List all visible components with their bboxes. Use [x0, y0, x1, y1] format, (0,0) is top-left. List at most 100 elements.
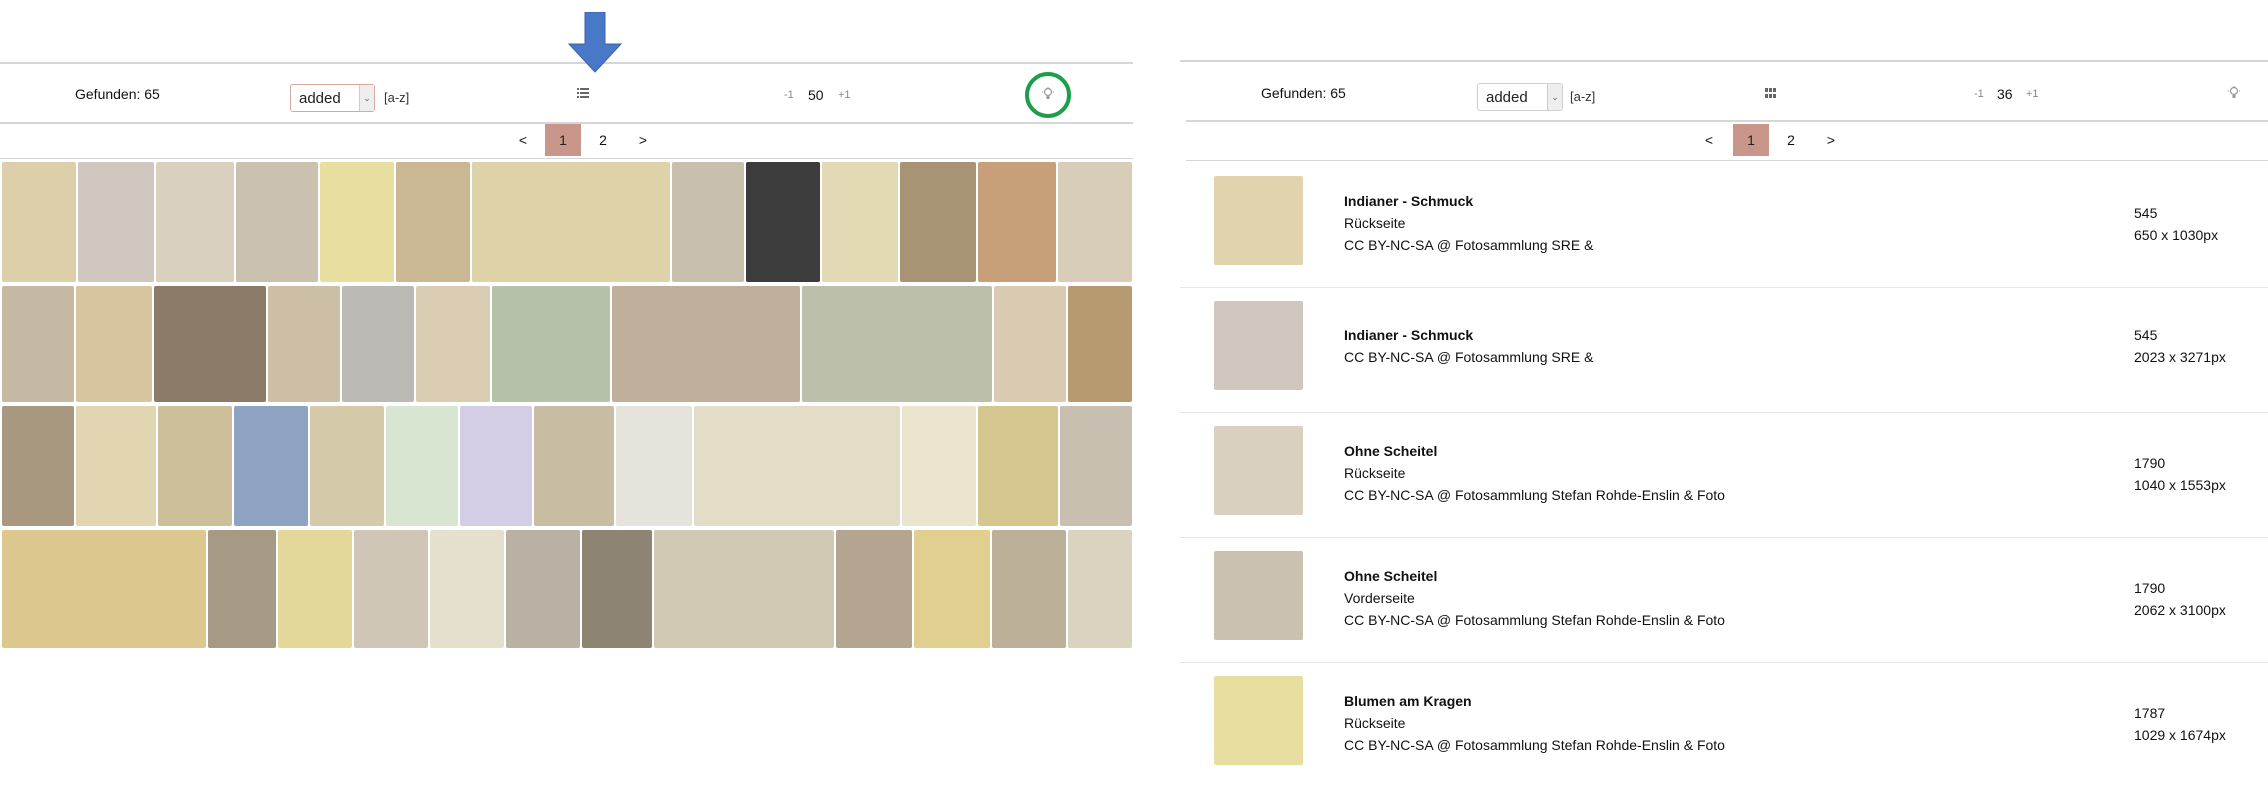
- photo-thumbnail[interactable]: [802, 286, 992, 402]
- item-id: 1790: [2134, 580, 2166, 596]
- photo-thumbnail[interactable]: [76, 286, 152, 402]
- list-item[interactable]: Ohne Scheitel Vorderseite CC BY-NC-SA @ …: [1180, 537, 2268, 663]
- photo-thumbnail[interactable]: [1058, 162, 1132, 282]
- photo-thumbnail[interactable]: [612, 286, 800, 402]
- prev-page-button[interactable]: <: [1691, 124, 1727, 156]
- photo-thumbnail[interactable]: [1068, 530, 1132, 648]
- highlight-arrow-icon: [567, 11, 623, 79]
- highlight-circle: [1025, 72, 1071, 118]
- photo-thumbnail[interactable]: [836, 530, 912, 648]
- zoom-out-button[interactable]: -1: [1974, 88, 1984, 100]
- next-page-button[interactable]: >: [625, 124, 661, 156]
- item-side: Vorderseite: [1344, 590, 1415, 606]
- photo-thumbnail[interactable]: [1214, 551, 1303, 640]
- sort-select[interactable]: added ⌄: [1477, 83, 1563, 111]
- photo-thumbnail[interactable]: [978, 406, 1058, 526]
- photo-thumbnail[interactable]: [268, 286, 340, 402]
- list-item[interactable]: Blumen am Kragen Rückseite CC BY-NC-SA @…: [1180, 662, 2268, 787]
- photo-thumbnail[interactable]: [914, 530, 990, 648]
- item-title: Ohne Scheitel: [1344, 568, 1438, 584]
- page-2-button[interactable]: 2: [1773, 124, 1809, 156]
- photo-thumbnail[interactable]: [278, 530, 352, 648]
- item-id: 545: [2134, 205, 2158, 221]
- photo-thumbnail[interactable]: [354, 530, 428, 648]
- photo-thumbnail[interactable]: [900, 162, 976, 282]
- photo-thumbnail[interactable]: [746, 162, 820, 282]
- sort-direction-toggle[interactable]: [a-z]: [384, 90, 409, 105]
- photo-thumbnail[interactable]: [1214, 676, 1303, 765]
- photo-thumbnail[interactable]: [582, 530, 652, 648]
- photo-thumbnail[interactable]: [1214, 301, 1303, 390]
- photo-thumbnail[interactable]: [994, 286, 1066, 402]
- zoom-in-button[interactable]: +1: [2026, 88, 2039, 100]
- found-count: Gefunden: 65: [1261, 85, 1346, 101]
- item-title: Ohne Scheitel: [1344, 443, 1438, 459]
- photo-thumbnail[interactable]: [2, 286, 74, 402]
- photo-thumbnail[interactable]: [2, 530, 206, 648]
- photo-thumbnail[interactable]: [154, 286, 266, 402]
- chevron-down-icon: ⌄: [359, 85, 374, 111]
- photo-thumbnail[interactable]: [78, 162, 154, 282]
- grid-view-icon[interactable]: [1765, 86, 1776, 101]
- photo-thumbnail[interactable]: [1060, 406, 1132, 526]
- photo-thumbnail[interactable]: [76, 406, 156, 526]
- left-panel: Gefunden: 65 added ⌄ [a-z] -1 50 +1 < 1 …: [0, 0, 1133, 778]
- photo-thumbnail[interactable]: [492, 286, 610, 402]
- item-side: Rückseite: [1344, 465, 1406, 481]
- photo-thumbnail[interactable]: [654, 530, 834, 648]
- item-id: 545: [2134, 327, 2158, 343]
- photo-thumbnail[interactable]: [430, 530, 504, 648]
- photo-thumbnail[interactable]: [310, 406, 384, 526]
- photo-thumbnail[interactable]: [616, 406, 692, 526]
- photo-thumbnail[interactable]: [1214, 176, 1303, 265]
- photo-thumbnail[interactable]: [460, 406, 532, 526]
- photo-thumbnail[interactable]: [156, 162, 234, 282]
- photo-thumbnail[interactable]: [386, 406, 458, 526]
- sort-direction-toggle[interactable]: [a-z]: [1570, 89, 1595, 104]
- page-1-button[interactable]: 1: [545, 124, 581, 156]
- photo-thumbnail[interactable]: [1068, 286, 1132, 402]
- item-license: CC BY-NC-SA @ Fotosammlung Stefan Rohde-…: [1344, 737, 1725, 753]
- photo-thumbnail[interactable]: [416, 286, 490, 402]
- item-license: CC BY-NC-SA @ Fotosammlung SRE &: [1344, 237, 1594, 253]
- list-item[interactable]: Ohne Scheitel Rückseite CC BY-NC-SA @ Fo…: [1180, 412, 2268, 538]
- photo-thumbnail[interactable]: [694, 406, 900, 526]
- photo-thumbnail[interactable]: [822, 162, 898, 282]
- prev-page-button[interactable]: <: [505, 124, 541, 156]
- item-title: Indianer - Schmuck: [1344, 327, 1474, 343]
- list-divider: [1186, 160, 2268, 161]
- photo-thumbnail[interactable]: [342, 286, 414, 402]
- photo-thumbnail[interactable]: [672, 162, 744, 282]
- photo-thumbnail[interactable]: [396, 162, 470, 282]
- lightbulb-icon[interactable]: [2228, 86, 2240, 103]
- page-2-button[interactable]: 2: [585, 124, 621, 156]
- item-side: Rückseite: [1344, 715, 1406, 731]
- photo-thumbnail[interactable]: [234, 406, 308, 526]
- list-item[interactable]: Indianer - Schmuck Rückseite CC BY-NC-SA…: [1180, 162, 2268, 288]
- zoom-in-button[interactable]: +1: [838, 89, 851, 101]
- photo-thumbnail[interactable]: [534, 406, 614, 526]
- item-dimensions: 2062 x 3100px: [2134, 602, 2226, 618]
- sort-select[interactable]: added ⌄: [290, 84, 375, 112]
- right-panel: Gefunden: 65 added ⌄ [a-z] -1 36 +1 < 1 …: [1180, 0, 2268, 778]
- top-divider: [1180, 60, 2268, 62]
- photo-thumbnail[interactable]: [978, 162, 1056, 282]
- photo-thumbnail[interactable]: [472, 162, 670, 282]
- list-view-icon[interactable]: [577, 86, 589, 101]
- list-item[interactable]: Indianer - Schmuck CC BY-NC-SA @ Fotosam…: [1180, 287, 2268, 413]
- photo-thumbnail[interactable]: [506, 530, 580, 648]
- zoom-out-button[interactable]: -1: [784, 89, 794, 101]
- photo-thumbnail[interactable]: [1214, 426, 1303, 515]
- item-dimensions: 2023 x 3271px: [2134, 349, 2226, 365]
- photo-thumbnail[interactable]: [236, 162, 318, 282]
- photo-thumbnail[interactable]: [992, 530, 1066, 648]
- photo-thumbnail[interactable]: [320, 162, 394, 282]
- photo-thumbnail[interactable]: [208, 530, 276, 648]
- page-1-button[interactable]: 1: [1733, 124, 1769, 156]
- photo-thumbnail[interactable]: [158, 406, 232, 526]
- next-page-button[interactable]: >: [1813, 124, 1849, 156]
- photo-thumbnail[interactable]: [2, 162, 76, 282]
- photo-thumbnail[interactable]: [902, 406, 976, 526]
- item-title: Blumen am Kragen: [1344, 693, 1472, 709]
- photo-thumbnail[interactable]: [2, 406, 74, 526]
